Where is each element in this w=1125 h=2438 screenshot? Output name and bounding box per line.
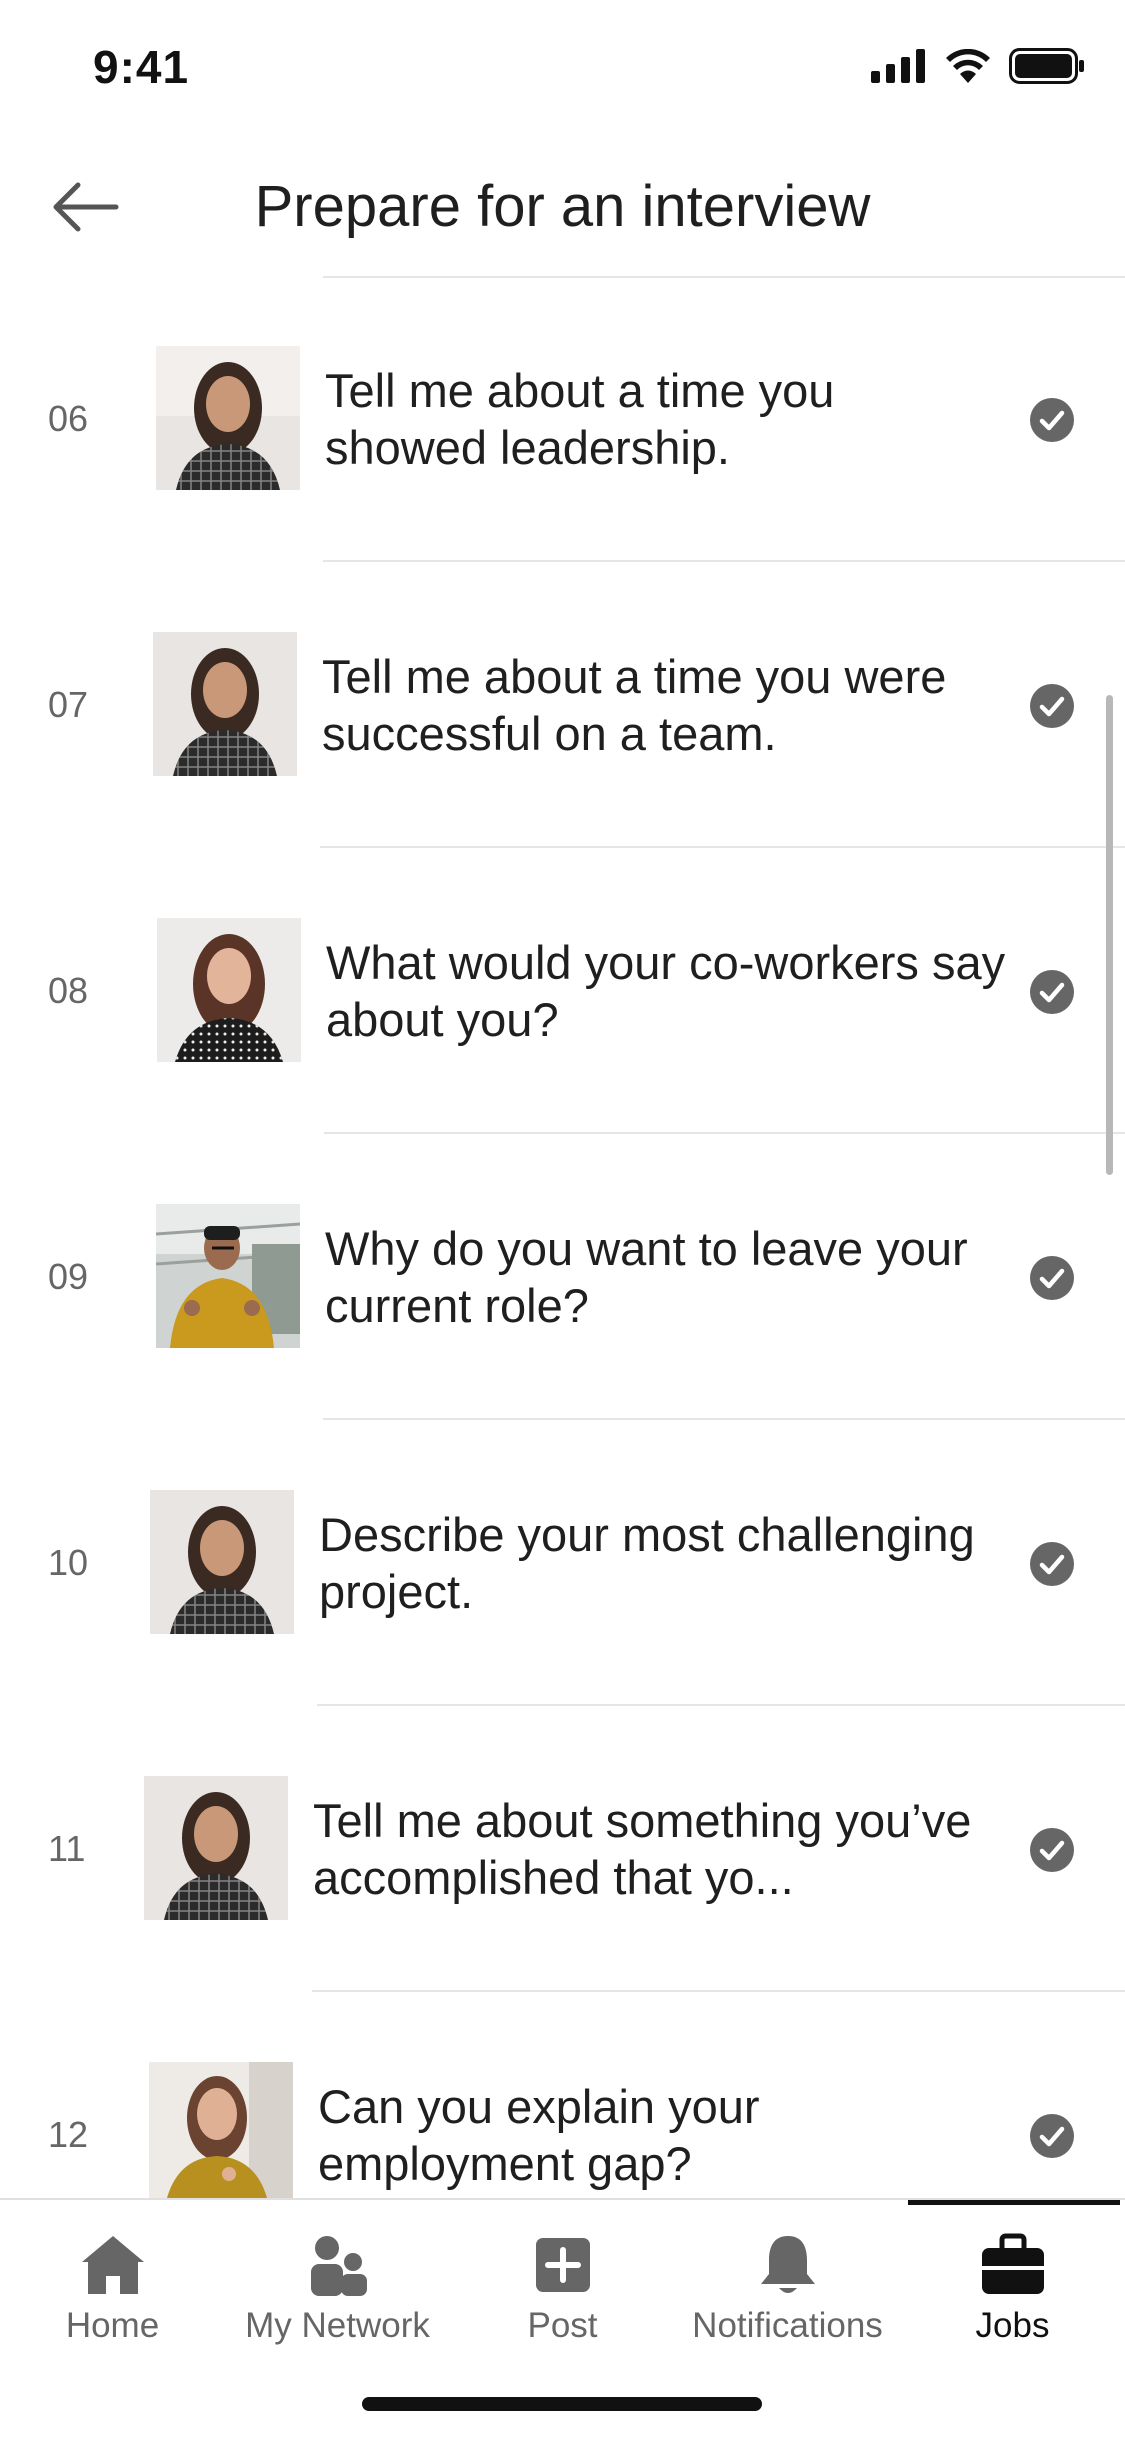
completed-check-icon (1030, 1542, 1074, 1586)
question-text-label: Can you explain your employment gap? (318, 2080, 760, 2190)
completed-check-icon (1030, 1256, 1074, 1300)
post-icon (535, 2238, 590, 2292)
question-text-label: Tell me about a time you were successful… (322, 650, 947, 760)
video-thumbnail (157, 918, 301, 1062)
question-row[interactable]: 10 Describe your most challenging projec… (0, 1420, 1125, 1706)
network-icon (310, 2236, 367, 2296)
tab-label: Jobs (975, 2306, 1050, 2345)
question-number: 12 (48, 2114, 89, 2155)
question-text: Tell me about a time you showed leadersh… (325, 276, 1005, 562)
home-icon (81, 2236, 144, 2294)
question-text-label: Tell me about something you’ve accomplis… (313, 1794, 972, 1904)
question-text: Can you explain your employment gap? (318, 1992, 998, 2201)
question-text: Describe your most challenging project. (319, 1420, 999, 1706)
video-thumbnail (153, 632, 297, 776)
briefcase-icon (981, 2233, 1044, 2294)
battery-icon (1009, 48, 1084, 84)
question-row[interactable]: 06 Tell me about a time you showed leade… (0, 276, 1125, 562)
cellular-signal-icon (871, 49, 925, 83)
tab-notifications[interactable]: Notifications (675, 2200, 900, 2370)
question-number: 07 (48, 684, 89, 725)
tab-jobs[interactable]: Jobs (900, 2200, 1125, 2370)
question-number: 10 (48, 1542, 89, 1583)
tab-home[interactable]: Home (0, 2200, 225, 2370)
wifi-icon (946, 49, 990, 83)
scrollbar[interactable] (1106, 695, 1113, 1175)
tab-label: Post (527, 2306, 598, 2345)
question-text: What would your co-workers say about you… (326, 848, 1006, 1134)
status-time: 9:41 (93, 41, 190, 93)
status-bar: 9:41 (0, 0, 1125, 140)
tab-label: Home (65, 2306, 160, 2345)
question-row[interactable]: 12 Can you explain your employment gap? (0, 1992, 1125, 2201)
video-thumbnail (149, 2062, 293, 2201)
question-number: 09 (48, 1256, 89, 1297)
video-thumbnail (150, 1490, 294, 1634)
video-thumbnail (156, 1204, 300, 1348)
completed-check-icon (1030, 970, 1074, 1014)
completed-check-icon (1030, 1828, 1074, 1872)
question-text: Why do you want to leave your current ro… (325, 1134, 1005, 1420)
question-number: 11 (48, 1828, 86, 1869)
video-thumbnail (156, 346, 300, 490)
question-row[interactable]: 08 What would your co-workers say about … (0, 848, 1125, 1134)
tab-post[interactable]: Post (450, 2200, 675, 2370)
question-text: Tell me about a time you were successful… (322, 562, 1002, 848)
tab-label: My Network (245, 2306, 430, 2345)
question-row[interactable]: 07 Tell me about a time you were success… (0, 562, 1125, 848)
home-indicator (362, 2397, 762, 2411)
question-number: 06 (48, 398, 89, 439)
status-icons (871, 48, 1085, 84)
question-text: Tell me about something you’ve accomplis… (313, 1706, 1013, 1992)
header: Prepare for an interview (0, 140, 1125, 276)
question-row[interactable]: 11 Tell me about something you’ve accomp… (0, 1706, 1125, 1992)
question-number: 08 (48, 970, 89, 1011)
video-thumbnail (144, 1776, 288, 1920)
completed-check-icon (1030, 398, 1074, 442)
question-text-label: Why do you want to leave your current ro… (325, 1222, 968, 1332)
question-text-label: Describe your most challenging project. (319, 1508, 975, 1618)
tab-label: Notifications (692, 2306, 883, 2345)
question-text-label: Tell me about a time you showed leadersh… (325, 364, 835, 474)
page-title: Prepare for an interview (254, 174, 871, 239)
completed-check-icon (1030, 2114, 1074, 2158)
question-row[interactable]: 09 Why do you want to leave your current… (0, 1134, 1125, 1420)
question-text-label: What would your co-workers say about you… (326, 936, 1006, 1046)
completed-check-icon (1030, 684, 1074, 728)
question-list: 06 Tell me about a time you showed leade… (0, 276, 1125, 2201)
tab-my-network[interactable]: My Network (225, 2200, 450, 2370)
bell-icon (760, 2236, 815, 2293)
